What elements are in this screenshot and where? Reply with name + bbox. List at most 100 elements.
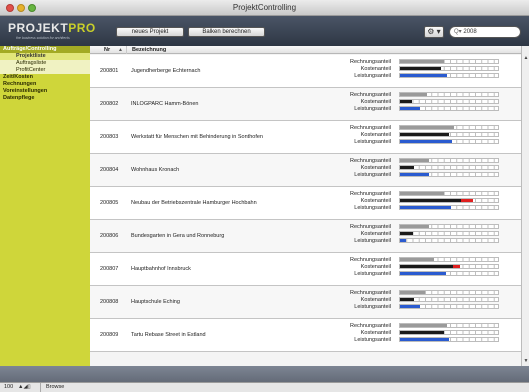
- leistung-bar-track: [399, 139, 499, 144]
- status-bar: 100 ▲◢▯ Browse: [0, 382, 529, 392]
- kosten-bar-track: [399, 66, 499, 71]
- project-name: Werkstatt für Menschen mit Behinderung i…: [131, 134, 263, 140]
- leistung-label: Leistungsanteil: [354, 172, 391, 178]
- search-value: 2008: [463, 29, 477, 35]
- project-number: 200807: [100, 266, 119, 272]
- table-header: Nr ▲ Bezeichnung: [90, 46, 521, 54]
- app-logo: PROJEKTPRO: [8, 21, 96, 35]
- table-row[interactable]: 200804 Wohnhaus Kronach Rechnungsanteil Kos…: [90, 154, 521, 187]
- vertical-scrollbar[interactable]: ▲ ▼: [521, 46, 529, 366]
- rechnung-bar: [400, 291, 425, 294]
- leistung-label: Leistungsanteil: [354, 205, 391, 211]
- mode-indicator[interactable]: Browse: [40, 383, 69, 392]
- calculate-bars-button[interactable]: Balken berechnen: [188, 27, 265, 37]
- kosten-label: Kostenanteil: [360, 231, 391, 237]
- scroll-down-arrow-icon[interactable]: ▼: [523, 358, 529, 364]
- rechnung-label: Rechnungsanteil: [350, 290, 391, 296]
- kosten-bar: [400, 331, 445, 334]
- leistung-bar-track: [399, 238, 499, 243]
- kosten-bar-track: [399, 99, 499, 104]
- project-name: Hauptschule Eching: [131, 299, 180, 305]
- rechnung-bar-track: [399, 191, 499, 196]
- project-name: Tartu Rebase Street in Estland: [131, 332, 206, 338]
- leistung-bar: [400, 206, 451, 209]
- project-name: Wohnhaus Kronach: [131, 167, 180, 173]
- sidebar-item-auftr-ge-controlling[interactable]: Aufträge/Controlling: [0, 46, 90, 53]
- column-nr-header[interactable]: Nr: [104, 46, 110, 54]
- rechnung-bar-track: [399, 125, 499, 130]
- table-row[interactable]: 200805 Neubau der Betriebszentrale Hambur…: [90, 187, 521, 220]
- kosten-bar-track: [399, 297, 499, 302]
- leistung-bar: [400, 272, 447, 275]
- rechnung-bar-track: [399, 59, 499, 64]
- kosten-bar: [400, 298, 414, 301]
- leistung-label: Leistungsanteil: [354, 337, 391, 343]
- kosten-bar-track: [399, 198, 499, 203]
- kosten-bar: [400, 100, 412, 103]
- sidebar-item-zeit-kosten[interactable]: Zeit/Kosten: [0, 74, 90, 81]
- rechnung-label: Rechnungsanteil: [350, 125, 391, 131]
- sidebar-item-rechnungen[interactable]: Rechnungen: [0, 81, 90, 88]
- project-number: 200804: [100, 167, 119, 173]
- zoom-controls-icon[interactable]: ▲◢▯: [18, 383, 31, 392]
- table-row[interactable]: 200803 Werkstatt für Menschen mit Behinde…: [90, 121, 521, 154]
- new-project-button[interactable]: neues Projekt: [116, 27, 184, 37]
- kosten-bar: [400, 199, 461, 202]
- project-number: 200809: [100, 332, 119, 338]
- table-row[interactable]: 200808 Hauptschule Eching Rechnungsanteil K…: [90, 286, 521, 319]
- rechnung-bar: [400, 60, 445, 63]
- rechnung-bar-track: [399, 224, 499, 229]
- kosten-label: Kostenanteil: [360, 165, 391, 171]
- project-number: 200802: [100, 101, 119, 107]
- rechnung-label: Rechnungsanteil: [350, 158, 391, 164]
- footer-band: [0, 366, 529, 382]
- kosten-bar: [400, 166, 414, 169]
- kosten-bar-track: [399, 132, 499, 137]
- window-title: ProjektControlling: [232, 3, 297, 12]
- rechnung-label: Rechnungsanteil: [350, 257, 391, 263]
- sidebar-item-datenpflege[interactable]: Datenpflege: [0, 95, 90, 102]
- leistung-bar: [400, 140, 452, 143]
- rechnung-label: Rechnungsanteil: [350, 59, 391, 65]
- sidebar-item-voreinstellungen[interactable]: Voreinstellungen: [0, 88, 90, 95]
- project-name: Hauptbahnhof Innsbruck: [131, 266, 191, 272]
- project-name: Neubau der Betriebszentrale Hamburger Ho…: [131, 200, 257, 206]
- leistung-label: Leistungsanteil: [354, 271, 391, 277]
- sidebar-item-projektliste[interactable]: Projektliste: [0, 53, 90, 60]
- table-row[interactable]: 200807 Hauptbahnhof Innsbruck Rechnungsant…: [90, 253, 521, 286]
- rechnung-bar: [400, 324, 448, 327]
- sidebar-item-profitcenter[interactable]: ProfitCenter: [0, 67, 90, 74]
- sort-ascending-icon[interactable]: ▲: [118, 46, 123, 54]
- scroll-up-arrow-icon[interactable]: ▲: [523, 55, 529, 61]
- table-row[interactable]: 200802 INLOGPARC Hamm-Bönen Rechnungsantei…: [90, 88, 521, 121]
- kosten-label: Kostenanteil: [360, 264, 391, 270]
- zoom-level[interactable]: 100: [4, 383, 13, 392]
- rechnung-label: Rechnungsanteil: [350, 224, 391, 230]
- leistung-bar-track: [399, 205, 499, 210]
- leistung-bar: [400, 305, 420, 308]
- leistung-bar: [400, 173, 430, 176]
- rechnung-bar-track: [399, 158, 499, 163]
- table-row[interactable]: 200806 Bundesgarten in Gera und Ronneburg…: [90, 220, 521, 253]
- leistung-bar: [400, 338, 449, 341]
- rechnung-label: Rechnungsanteil: [350, 191, 391, 197]
- column-bezeichnung-header[interactable]: Bezeichnung: [132, 46, 166, 54]
- project-name: Bundesgarten in Gera und Ronneburg: [131, 233, 225, 239]
- sidebar-nav: Aufträge/Controlling Projektliste Auftrags…: [0, 46, 90, 366]
- kosten-bar: [400, 133, 449, 136]
- sidebar-item-auftragsliste[interactable]: Auftragsliste: [0, 60, 90, 67]
- leistung-label: Leistungsanteil: [354, 73, 391, 79]
- table-body: 200801 Jugendherberge Echternach Rechnungs…: [90, 55, 521, 352]
- search-input[interactable]: Q▾ 2008: [449, 26, 521, 38]
- rechnung-bar-track: [399, 290, 499, 295]
- leistung-label: Leistungsanteil: [354, 238, 391, 244]
- gear-menu-button[interactable]: ⚙ ▾: [424, 26, 444, 38]
- table-row[interactable]: 200801 Jugendherberge Echternach Rechnungs…: [90, 55, 521, 88]
- app-slogan: the business solution for architects: [16, 36, 70, 40]
- leistung-label: Leistungsanteil: [354, 304, 391, 310]
- leistung-bar-track: [399, 337, 499, 342]
- project-number: 200805: [100, 200, 119, 206]
- project-number: 200808: [100, 299, 119, 305]
- kosten-bar: [400, 67, 442, 70]
- table-row[interactable]: 200809 Tartu Rebase Street in Estland Rech…: [90, 319, 521, 352]
